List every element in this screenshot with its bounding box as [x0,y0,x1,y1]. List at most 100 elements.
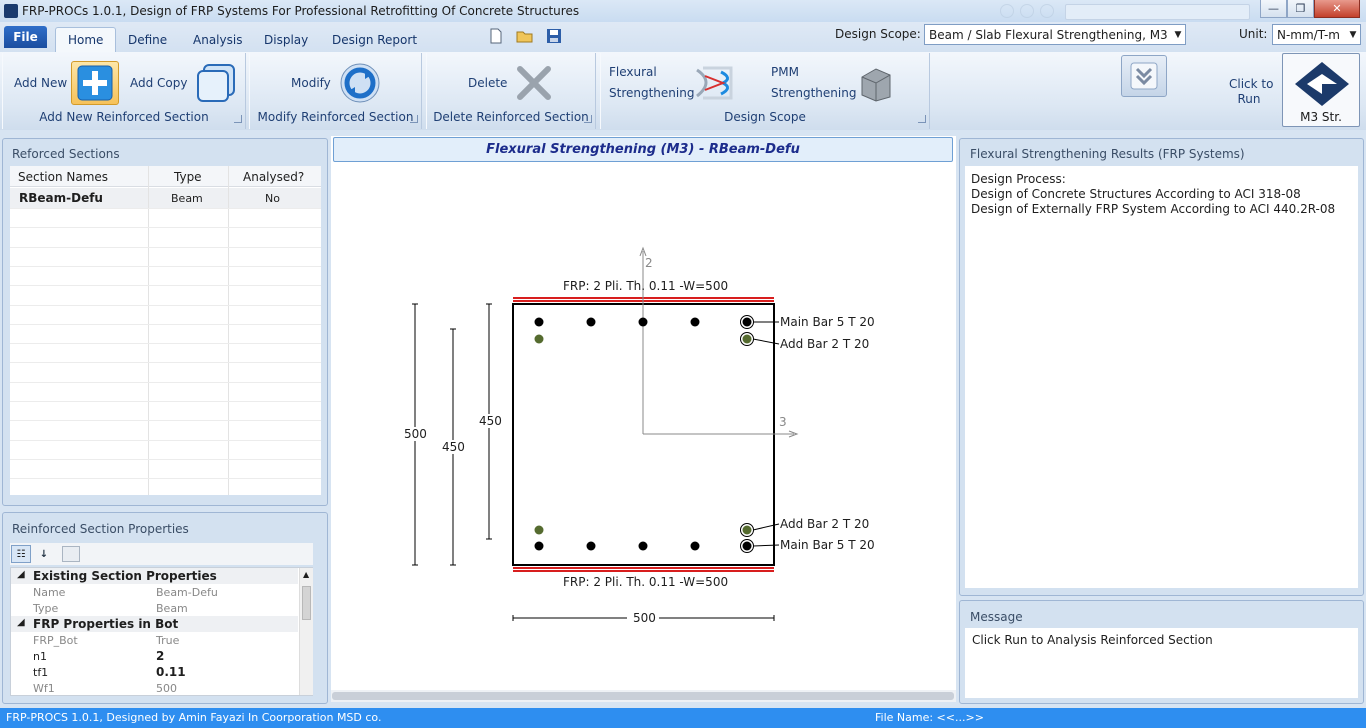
add-new-button[interactable] [71,61,119,105]
property-row[interactable]: Type Beam [11,600,298,616]
dialog-launcher-icon[interactable] [918,115,926,123]
results-text-box[interactable]: Design Process: Design of Concrete Struc… [965,166,1358,588]
grid-row-divider [10,362,321,363]
minimize-button[interactable]: — [1260,0,1287,18]
add-copy-button[interactable] [192,61,240,105]
collapse-triangle-icon[interactable]: ◢ [17,569,25,580]
col-header-analysed[interactable]: Analysed? [243,170,304,184]
property-pages-icon[interactable] [62,546,80,562]
grid-row-divider [10,305,321,306]
run-logo-icon [1295,62,1349,106]
grid-row-divider [10,420,321,421]
status-bar: FRP-PROCS 1.0.1, Designed by Amin Fayazi… [0,708,1366,728]
pmm-strengthening-button[interactable] [852,60,900,106]
collapse-ribbon-button[interactable] [1121,55,1167,97]
group-modify-label: Modify Reinforced Section [257,110,414,124]
message-text-box[interactable]: Click Run to Analysis Reinforced Section [965,628,1358,698]
design-scope-label: Design Scope: [835,27,921,41]
rebar [534,317,544,327]
prop-tf1-label: tf1 [33,666,49,679]
property-row[interactable]: FRP_Bot True [11,632,298,648]
leader-line [752,523,780,531]
file-menu-button[interactable]: File [4,26,47,48]
property-scrollbar[interactable]: ▲ [299,568,313,695]
dim-450-label-b: 450 [479,414,502,428]
rebar [534,541,544,551]
properties-toolbar: ☷ ↓ [10,543,313,565]
grid-row-divider [10,440,321,441]
grid-row-divider [10,478,321,479]
tab-design-report[interactable]: Design Report [320,27,429,52]
open-folder-icon[interactable] [516,27,534,45]
property-row[interactable]: n1 2 [11,648,298,664]
status-file-name: File Name: <<...>> [875,711,984,724]
flexural-strengthening-button[interactable] [690,60,738,106]
dialog-launcher-icon[interactable] [584,115,592,123]
delete-button[interactable] [510,60,558,106]
property-category-row[interactable]: ◢ FRP Properties in Bot [11,616,298,632]
frp-bottom-label: FRP: 2 Pli. Th. 0.11 -W=500 [563,575,729,589]
run-m3-button[interactable]: M3 Str. [1282,53,1360,127]
sort-az-icon[interactable]: ↓ [34,545,54,563]
group-scope-label: Design Scope [724,110,806,124]
modify-button[interactable] [336,60,384,106]
grid-row-divider [10,266,321,267]
add-rebar [742,334,752,344]
dim-500-h-label: 500 [633,611,656,625]
results-line-1: Design Process: [971,172,1066,186]
grid-row-divider [10,227,321,228]
close-button[interactable]: ✕ [1314,0,1360,18]
collapse-triangle-icon[interactable]: ◢ [17,617,25,628]
unit-select[interactable]: N-mm/T-m ▼ [1272,24,1361,45]
rebar [690,317,700,327]
properties-panel-title: Reinforced Section Properties [12,522,189,536]
section-analysed-cell: No [265,192,280,205]
prop-frp-label: FRP_Bot [33,634,78,647]
property-row[interactable]: tf1 0.11 [11,664,298,680]
flexural-label-2: Strengthening [609,86,695,100]
prop-wf1-value: 500 [156,682,177,695]
prop-name-label: Name [33,586,66,599]
dim-500-label: 500 [404,427,427,441]
run-button-label: M3 Str. [1300,110,1342,124]
refresh-icon [340,63,380,103]
copy-icon [197,64,235,102]
tab-define[interactable]: Define [116,27,179,52]
app-icon [4,4,18,18]
design-scope-select[interactable]: Beam / Slab Flexural Strengthening, M3 ▼ [924,24,1186,45]
scroll-thumb[interactable] [332,692,954,700]
scroll-thumb[interactable] [302,586,311,620]
status-credits: FRP-PROCS 1.0.1, Designed by Amin Fayazi… [6,711,382,724]
group-delete-label: Delete Reinforced Section [433,110,589,124]
col-header-section-names[interactable]: Section Names [18,170,108,184]
new-file-icon[interactable] [487,27,505,45]
tab-display[interactable]: Display [252,27,320,52]
tab-home[interactable]: Home [55,27,117,52]
dialog-launcher-icon[interactable] [410,115,418,123]
property-row[interactable]: Wf1 500 [11,680,298,696]
add-new-label: Add New [14,76,68,90]
col-header-type[interactable]: Type [174,170,202,184]
property-row[interactable]: Name Beam-Defu [11,584,298,600]
table-row[interactable]: RBeam-Defu Beam No [10,188,321,208]
add-copy-label: Add Copy [130,76,188,90]
property-category-row[interactable]: ◢ Existing Section Properties [11,568,298,584]
section-type-cell: Beam [171,192,203,205]
grid-row-divider [10,401,321,402]
dialog-launcher-icon[interactable] [234,115,242,123]
prop-type-value: Beam [156,602,188,615]
tab-analysis[interactable]: Analysis [181,27,254,52]
prop-tf1-value: 0.11 [156,665,186,679]
rebar [638,317,648,327]
title-search-box[interactable] [1065,4,1250,20]
maximize-button[interactable]: ❐ [1287,0,1314,18]
chevron-down-icon: ▼ [1349,29,1357,40]
axis-2-label: 2 [645,256,653,270]
scroll-up-icon[interactable]: ▲ [303,570,309,579]
drawing-hscrollbar[interactable] [331,690,956,702]
categorized-icon[interactable]: ☷ [11,545,31,563]
save-icon[interactable] [545,27,563,45]
add-bar-bottom-label: Add Bar 2 T 20 [780,517,870,531]
pmm-label-2: Strengthening [771,86,857,100]
group-add-label: Add New Reinforced Section [39,110,209,124]
